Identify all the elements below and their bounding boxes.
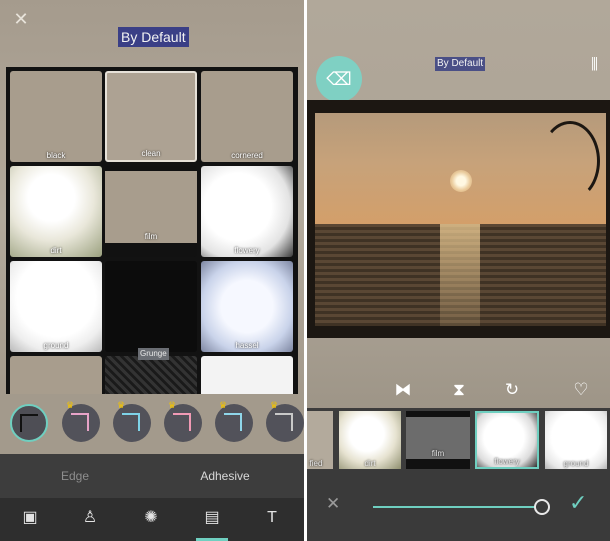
frame-option[interactable]: ground	[545, 411, 607, 469]
intensity-slider-track[interactable]	[373, 506, 542, 508]
frame-selection-panel: ✕ By Default black clean cornered dirt f…	[0, 0, 304, 541]
photo-preview	[307, 100, 610, 338]
frame-option[interactable]: dirt	[339, 411, 401, 469]
frame-tile-grunge[interactable]	[105, 356, 197, 397]
premium-crown-icon: ♛	[66, 400, 75, 410]
premium-crown-icon: ♛	[117, 400, 126, 410]
frame-option[interactable]: film	[406, 411, 470, 469]
frame-icon[interactable]: ▤	[192, 498, 232, 541]
corner-icon	[20, 414, 38, 432]
frame-tile-clean[interactable]: clean	[105, 71, 197, 162]
frame-tile-ground[interactable]: ground	[10, 261, 102, 352]
text-icon[interactable]: T	[252, 498, 292, 541]
frame-tile-partial[interactable]	[10, 356, 102, 397]
flowery-ornament	[540, 121, 600, 201]
premium-crown-icon: ♛	[219, 400, 228, 410]
tab-edge[interactable]: Edge	[0, 454, 150, 498]
frame-option-label: flowery	[494, 457, 520, 466]
frame-tile-label: black	[46, 151, 66, 160]
intensity-bar: ✕ ✓	[307, 470, 610, 541]
corner-icon	[275, 413, 293, 431]
intensity-slider-knob[interactable]	[534, 499, 550, 515]
frame-preview-panel: ⌫ By Default ⫼ ⧓ ⧗ ↻ ♡ fied dirt film fl…	[307, 0, 610, 541]
corner-icon	[71, 413, 89, 431]
sun	[450, 170, 472, 192]
edge-style-option[interactable]: ♛	[266, 400, 304, 442]
page-title: By Default	[118, 27, 189, 47]
flip-horizontal-icon[interactable]: ⧓	[388, 372, 418, 408]
frame-tile-flowery[interactable]: flowery	[201, 166, 293, 257]
grunge-label: Grunge	[138, 348, 169, 360]
frame-tile-label: clean	[141, 149, 161, 158]
premium-crown-icon: ♛	[168, 400, 177, 410]
frame-tile-hassel[interactable]: hassel	[201, 261, 293, 352]
frame-option-label: film	[431, 449, 445, 458]
frame-option-label: ground	[563, 459, 589, 468]
sun-reflection	[440, 224, 480, 326]
cancel-icon[interactable]: ✕	[326, 494, 340, 514]
edge-style-option[interactable]: ♛	[113, 400, 151, 442]
frame-option-label: dirt	[364, 459, 376, 468]
compare-icon[interactable]: ⫼	[591, 56, 598, 73]
edge-style-option[interactable]: ♛	[215, 400, 253, 442]
frame-tile-label: hassel	[235, 341, 259, 350]
tab-adhesive[interactable]: Adhesive	[150, 454, 300, 498]
frame-tile-blank[interactable]	[201, 356, 293, 397]
frame-tile-black[interactable]: black	[10, 71, 102, 162]
bottom-toolbar: ▣ ♙ ✺ ▤ T	[0, 498, 304, 541]
frame-tile-dark[interactable]	[105, 261, 197, 352]
rotate-icon[interactable]: ↻	[497, 372, 527, 408]
close-icon[interactable]: ✕	[12, 10, 30, 28]
corner-icon	[224, 413, 242, 431]
frame-tile-cornered[interactable]: cornered	[201, 71, 293, 162]
tab-bar: Edge Adhesive	[0, 454, 304, 498]
brush-icon[interactable]: ♙	[70, 498, 110, 541]
edge-style-selected[interactable]	[10, 404, 48, 442]
photo-sea	[315, 224, 606, 326]
flip-vertical-icon[interactable]: ⧗	[444, 372, 474, 408]
frame-tile-film[interactable]: film	[105, 166, 197, 257]
effects-icon[interactable]: ✺	[131, 498, 171, 541]
frame-option[interactable]: fied	[307, 411, 333, 469]
heart-icon[interactable]: ♡	[566, 372, 596, 408]
frame-tile-label: dirt	[50, 246, 62, 255]
checkmark-icon[interactable]: ✓	[569, 490, 587, 516]
edge-style-option[interactable]: ♛	[164, 400, 202, 442]
frame-tile-label: film	[144, 232, 158, 241]
photo-sky	[315, 113, 606, 224]
transform-actions: ⧓ ⧗ ↻ ♡	[307, 372, 610, 408]
frame-tile-label: cornered	[231, 151, 263, 160]
frame-strip: fied dirt film flowery ground	[307, 408, 610, 470]
camera-icon[interactable]: ▣	[10, 498, 50, 541]
edge-style-strip: ♛ ♛ ♛ ♛ ♛	[0, 394, 304, 454]
frame-tile-label: ground	[43, 341, 69, 350]
frame-option-label: fied	[309, 459, 323, 468]
eraser-icon[interactable]: ⌫	[316, 56, 362, 102]
frame-tile-label: flowery	[234, 246, 260, 255]
frame-tile-dirt[interactable]: dirt	[10, 166, 102, 257]
corner-icon	[173, 413, 191, 431]
frame-option-selected[interactable]: flowery	[475, 411, 539, 469]
edge-style-option[interactable]: ♛	[62, 400, 100, 442]
corner-icon	[122, 413, 140, 431]
premium-crown-icon: ♛	[270, 400, 279, 410]
preview-title: By Default	[435, 57, 486, 71]
